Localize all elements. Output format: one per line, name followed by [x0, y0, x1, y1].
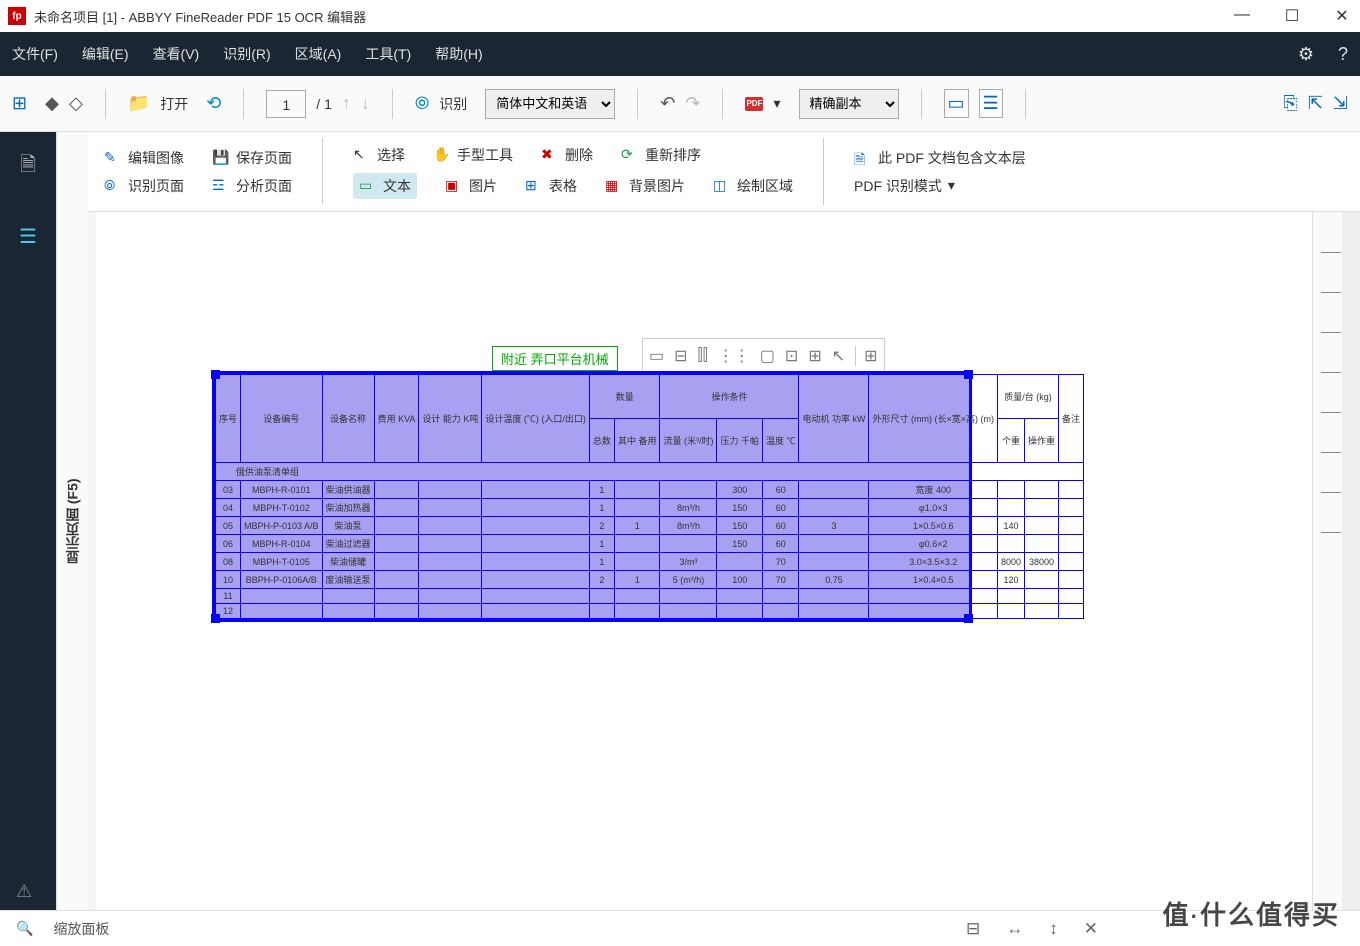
table-row: 04MBPH-T-0102柴油加热器18m³/h15060φ1.0×3	[216, 499, 1084, 517]
table-row: 05MBPH-P-0103 A/B柴油泵218m³/h1506031×0.5×0…	[216, 517, 1084, 535]
text-area-tool[interactable]: ▭文本	[353, 173, 417, 199]
table-row: 10BBPH-P-0106A/B废油输送泵215 (m³/h)100700.75…	[216, 571, 1084, 589]
table-row: 06MBPH-R-0104柴油过滤器115060φ0.6×2	[216, 535, 1084, 553]
view-mode-1-icon[interactable]: ▭	[944, 89, 969, 118]
open-button[interactable]: 打开	[160, 94, 188, 114]
recognize-icon[interactable]: ⦾	[415, 93, 429, 114]
sb-icon-2[interactable]: ↔	[1006, 919, 1023, 939]
zoom-icon[interactable]: 🔍	[16, 920, 33, 937]
table-row: 11	[216, 589, 1084, 604]
layer-up-icon[interactable]: ◆	[45, 93, 59, 114]
maximize-button[interactable]: ☐	[1282, 6, 1302, 26]
pdf-icon[interactable]: PDF	[745, 97, 763, 111]
tb-icon-9[interactable]: ⊞	[855, 346, 877, 366]
menu-edit[interactable]: 编辑(E)	[82, 44, 129, 64]
table-row: 08MBPH-T-0105柴油储罐13/m³703.0×3.5×3.280003…	[216, 553, 1084, 571]
handle-tr[interactable]	[964, 370, 973, 379]
tb-icon-3[interactable]: ⫿⫿	[698, 347, 708, 365]
select-tool[interactable]: ↖选择	[353, 145, 405, 165]
page-up-icon[interactable]: ↑	[342, 93, 351, 114]
reorder-button[interactable]: ⟳重新排序	[621, 145, 701, 165]
left-sidebar: 🗎 ☰	[0, 132, 56, 910]
table-selection[interactable]: 序号设备编号 设备名称费用 KVA 设计 能力 K吨设计温度 (℃) (入口/出…	[212, 371, 972, 622]
edit-image-button[interactable]: ✎编辑图像	[104, 148, 184, 168]
table-area-label: 附近 弄口平台机械	[492, 346, 618, 371]
zoom-label[interactable]: 缩放面板	[53, 919, 109, 939]
view-mode-2-icon[interactable]: ☰	[979, 89, 1003, 118]
tb-icon-1[interactable]: ▭	[649, 346, 664, 366]
minimize-button[interactable]: —	[1232, 6, 1252, 26]
picture-area-tool[interactable]: ▣图片	[445, 173, 497, 199]
pdf-mode-dropdown[interactable]: PDF 识别模式 ▾	[854, 176, 1026, 196]
settings-icon[interactable]: ⚙	[1298, 44, 1314, 65]
delete-button[interactable]: ✖删除	[541, 145, 593, 165]
table-row: 03MBPH-R-0101柴油供油器130060宽度 400	[216, 481, 1084, 499]
page-down-icon[interactable]: ↓	[361, 93, 370, 114]
area-toolbar: ✎编辑图像 💾保存页面 ⦾识别页面 ☲分析页面 ↖选择 ✋手型工具 ✖删除 ⟳重…	[88, 132, 1360, 212]
recognize-button[interactable]: 识别	[439, 94, 467, 114]
layer-down-icon[interactable]: ◇	[69, 93, 83, 114]
handle-bl[interactable]	[211, 614, 220, 623]
copy-mode-select[interactable]: 精确副本	[799, 89, 899, 119]
export-icon-1[interactable]: ⎘	[1283, 93, 1297, 114]
pdf-text-layer-label: 🗎此 PDF 文档包含文本层	[854, 148, 1026, 168]
pages-panel-label[interactable]: 显示页面 (F5)	[56, 132, 88, 910]
export-icon-2[interactable]: ⇱	[1308, 93, 1323, 114]
draw-area-tool[interactable]: ◫绘制区域	[713, 173, 793, 199]
recognize-page-button[interactable]: ⦾识别页面	[104, 176, 184, 196]
tb-icon-2[interactable]: ⊟	[674, 346, 687, 366]
status-bar: 🔍 缩放面板 ⊟ ↔ ↕ ✕	[0, 910, 1360, 946]
sb-icon-4[interactable]: ✕	[1084, 919, 1098, 939]
menu-view[interactable]: 查看(V)	[153, 44, 200, 64]
main-toolbar: ⊞ ◆ ◇ 📁 打开 ⟲ 1 / 1 ↑ ↓ ⦾ 识别 简体中文和英语 ↶ ↷ …	[0, 76, 1360, 132]
redo-icon[interactable]: ↷	[685, 93, 700, 114]
pages-panel-icon[interactable]: 🗎	[20, 150, 36, 184]
scrollbar-v[interactable]	[1342, 212, 1360, 910]
menu-help[interactable]: 帮助(H)	[435, 44, 482, 64]
analyze-page-button[interactable]: ☲分析页面	[212, 176, 292, 196]
menu-tools[interactable]: 工具(T)	[365, 44, 411, 64]
list-panel-icon[interactable]: ☰	[19, 224, 37, 249]
bg-picture-tool[interactable]: ▦背景图片	[605, 173, 685, 199]
table-row: 12	[216, 604, 1084, 619]
page-number-input[interactable]: 1	[266, 90, 306, 118]
menu-recognize[interactable]: 识别(R)	[223, 44, 270, 64]
floating-toolbar[interactable]: ▭ ⊟ ⫿⫿ ⋮⋮ ▢ ⊡ ⊞ ↖ ⊞	[642, 338, 885, 374]
tb-icon-7[interactable]: ⊞	[808, 346, 821, 366]
save-page-button[interactable]: 💾保存页面	[212, 148, 292, 168]
sb-icon-3[interactable]: ↕	[1049, 919, 1058, 939]
close-button[interactable]: ✕	[1332, 6, 1352, 26]
page-canvas[interactable]: 附近 弄口平台机械 ▭ ⊟ ⫿⫿ ⋮⋮ ▢ ⊡ ⊞ ↖ ⊞	[96, 212, 1312, 910]
menu-file[interactable]: 文件(F)	[12, 44, 58, 64]
export-icon-3[interactable]: ⇲	[1333, 93, 1348, 114]
tb-icon-5[interactable]: ▢	[760, 346, 775, 366]
rotate-icon[interactable]: ⟲	[206, 93, 221, 114]
right-ruler-pane	[1312, 212, 1360, 910]
tb-icon-8[interactable]: ↖	[832, 346, 845, 366]
tb-icon-4[interactable]: ⋮⋮	[718, 346, 750, 366]
help-icon[interactable]: ?	[1338, 44, 1348, 65]
handle-tl[interactable]	[211, 370, 220, 379]
undo-icon[interactable]: ↶	[660, 93, 675, 114]
tb-icon-6[interactable]: ⊡	[785, 346, 798, 366]
page-total: / 1	[316, 96, 332, 112]
alert-icon[interactable]: ⚠	[16, 881, 32, 902]
folder-icon[interactable]: 📁	[128, 93, 150, 114]
window-title: 未命名项目 [1] - ABBYY FineReader PDF 15 OCR …	[34, 7, 366, 26]
sb-icon-1[interactable]: ⊟	[966, 919, 980, 939]
table-area-tool[interactable]: ⊞表格	[525, 173, 577, 199]
menu-bar: 文件(F) 编辑(E) 查看(V) 识别(R) 区域(A) 工具(T) 帮助(H…	[0, 32, 1360, 76]
hand-tool[interactable]: ✋手型工具	[433, 145, 513, 165]
title-bar: fp 未命名项目 [1] - ABBYY FineReader PDF 15 O…	[0, 0, 1360, 32]
new-project-icon[interactable]: ⊞	[12, 93, 27, 114]
menu-area[interactable]: 区域(A)	[295, 44, 342, 64]
language-select[interactable]: 简体中文和英语	[485, 89, 615, 119]
pdf-dropdown-icon[interactable]: ▾	[773, 95, 780, 112]
handle-br[interactable]	[964, 614, 973, 623]
app-icon: fp	[8, 7, 26, 25]
data-table: 序号设备编号 设备名称费用 KVA 设计 能力 K吨设计温度 (℃) (入口/出…	[215, 374, 1084, 619]
